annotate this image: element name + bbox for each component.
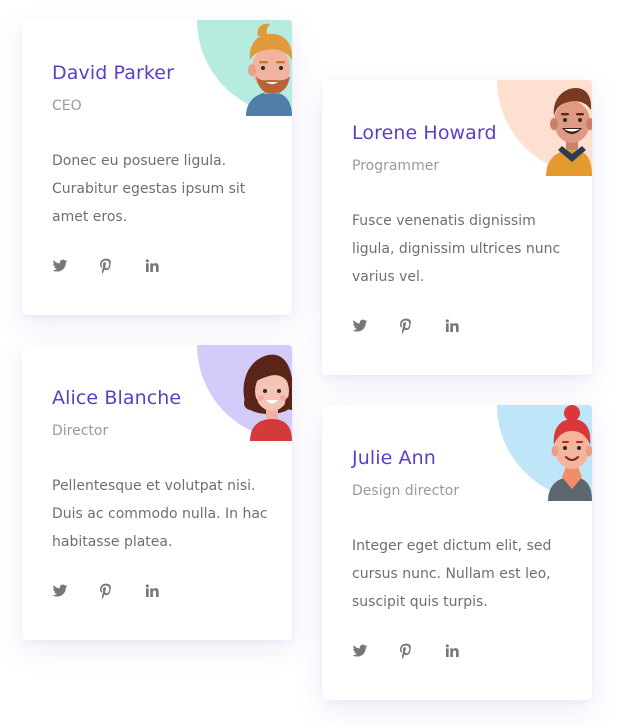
member-role: Director xyxy=(52,423,109,439)
pinterest-icon[interactable] xyxy=(398,318,414,334)
social-links xyxy=(352,318,490,334)
team-card-lorene-howard: Lorene Howard Programmer Fusce venenatis… xyxy=(322,80,592,375)
member-role: Programmer xyxy=(352,158,440,174)
avatar xyxy=(246,23,292,116)
member-bio: Integer eget dictum elit, sed cursus nun… xyxy=(352,538,552,610)
member-bio: Fusce venenatis dignissim ligula, dignis… xyxy=(352,213,561,285)
social-links xyxy=(52,583,190,599)
pinterest-icon[interactable] xyxy=(98,258,114,274)
member-name: Lorene Howard xyxy=(352,122,497,144)
member-name: Julie Ann xyxy=(352,447,436,469)
linkedin-icon[interactable] xyxy=(444,643,460,659)
pinterest-icon[interactable] xyxy=(398,643,414,659)
social-links xyxy=(352,643,490,659)
twitter-icon[interactable] xyxy=(52,258,68,274)
member-role: Design director xyxy=(352,483,460,499)
member-name: David Parker xyxy=(52,62,174,84)
team-grid: David Parker CEO Donec eu posuere ligula… xyxy=(0,0,627,727)
member-name: Alice Blanche xyxy=(52,387,182,409)
member-bio: Pellentesque et volutpat nisi. Duis ac c… xyxy=(52,478,268,550)
avatar xyxy=(243,354,292,441)
twitter-icon[interactable] xyxy=(52,583,68,599)
member-bio: Donec eu posuere ligula. Curabitur egest… xyxy=(52,153,246,225)
team-card-alice-blanche: Alice Blanche Director Pellentesque et v… xyxy=(22,345,292,640)
linkedin-icon[interactable] xyxy=(144,258,160,274)
team-card-david-parker: David Parker CEO Donec eu posuere ligula… xyxy=(22,20,292,315)
avatar xyxy=(546,88,592,176)
social-links xyxy=(52,258,190,274)
team-card-julie-ann: Julie Ann Design director Integer eget d… xyxy=(322,405,592,700)
twitter-icon[interactable] xyxy=(352,643,368,659)
pinterest-icon[interactable] xyxy=(98,583,114,599)
linkedin-icon[interactable] xyxy=(444,318,460,334)
linkedin-icon[interactable] xyxy=(144,583,160,599)
avatar xyxy=(548,405,592,501)
member-role: CEO xyxy=(52,98,82,114)
twitter-icon[interactable] xyxy=(352,318,368,334)
